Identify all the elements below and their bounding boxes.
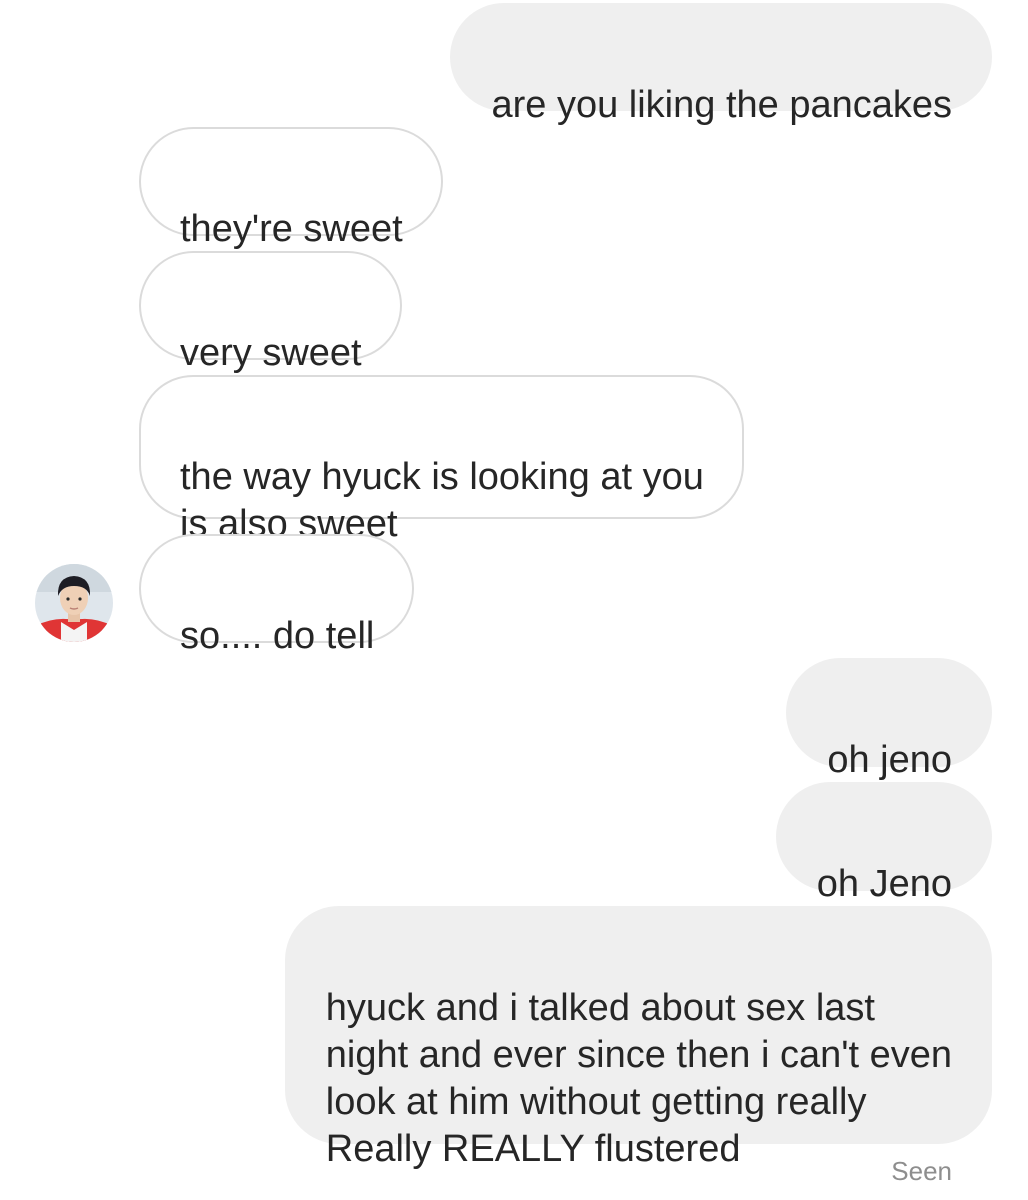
received-message-bubble[interactable]: very sweet [139, 251, 402, 374]
received-message-bubble[interactable]: so.... do tell [139, 534, 415, 657]
sent-message-bubble[interactable]: are you liking the pancakes [450, 3, 992, 126]
sent-message-bubble[interactable]: oh Jeno [775, 782, 992, 905]
message-text: they're sweet [180, 208, 403, 250]
received-message-bubble[interactable]: they're sweet [139, 127, 443, 250]
seen-status: Seen [891, 1156, 952, 1186]
message-text: are you liking the pancakes [491, 84, 952, 126]
message-text: hyuck and i talked about sex last night … [325, 987, 952, 1170]
message-text: the way hyuck is looking at you is also … [180, 456, 704, 545]
avatar-photo-icon [35, 564, 113, 642]
sent-message-bubble[interactable]: hyuck and i talked about sex last night … [284, 906, 992, 1170]
received-message-bubble[interactable]: the way hyuck is looking at you is also … [139, 375, 744, 545]
message-text: oh Jeno [816, 863, 952, 905]
contact-avatar[interactable] [35, 564, 113, 642]
message-text: oh jeno [827, 739, 952, 781]
message-text: so.... do tell [180, 615, 375, 657]
message-text: very sweet [180, 332, 362, 374]
sent-message-bubble[interactable]: oh jeno [786, 658, 992, 781]
